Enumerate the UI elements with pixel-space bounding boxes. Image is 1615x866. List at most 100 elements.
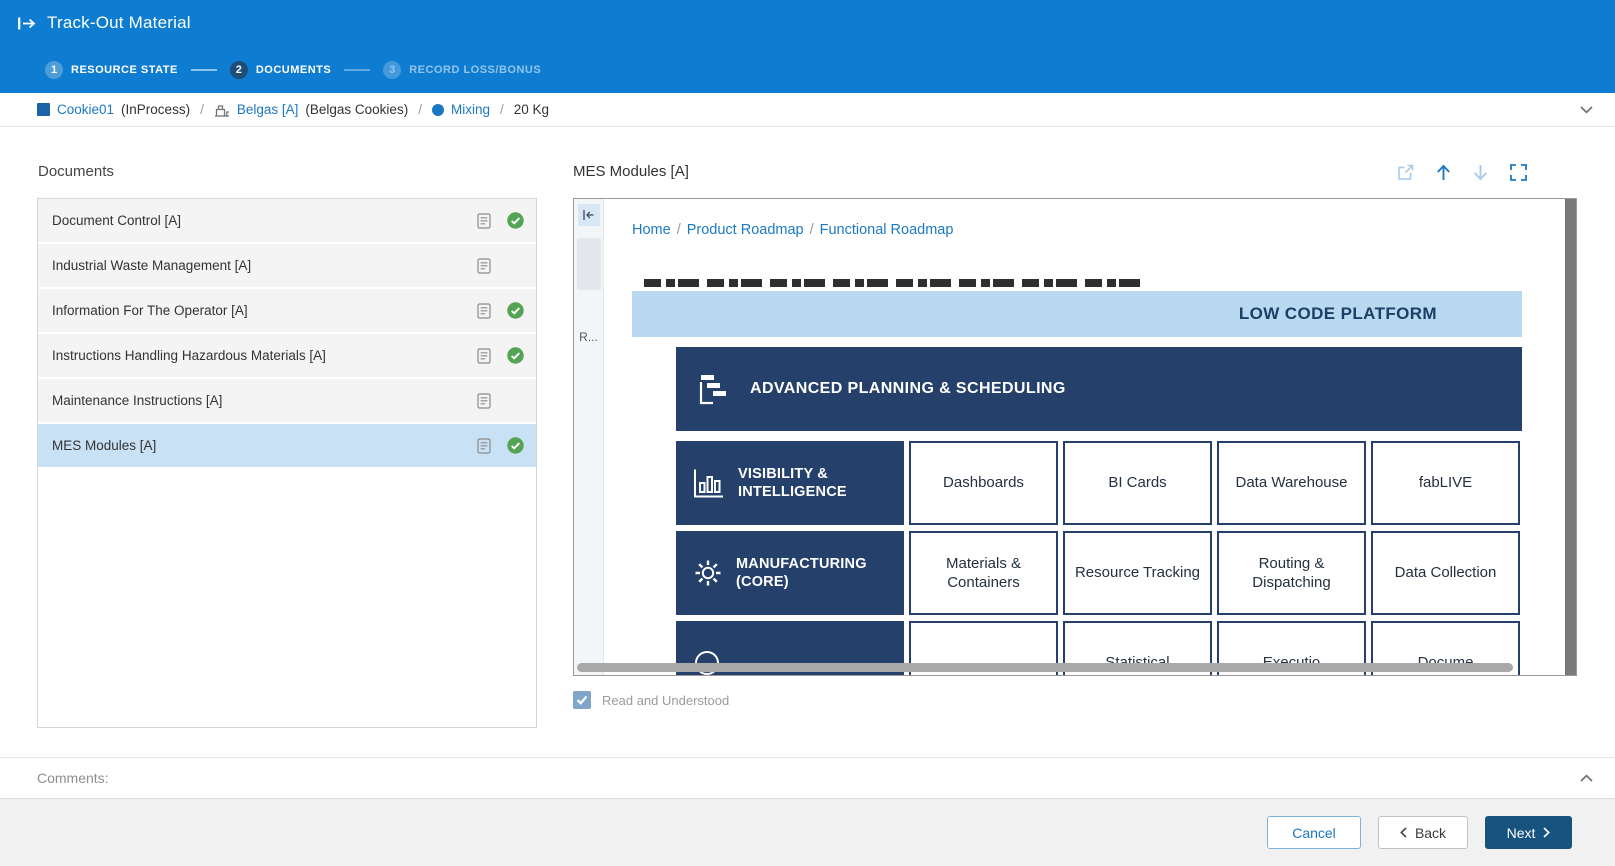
aps-section: ADVANCED PLANNING & SCHEDULING xyxy=(676,347,1522,431)
low-code-platform-banner: LOW CODE PLATFORM xyxy=(632,291,1522,337)
document-icon[interactable] xyxy=(477,213,491,229)
document-icon[interactable] xyxy=(477,438,491,454)
module-cell: BI Cards xyxy=(1063,441,1212,525)
document-row[interactable]: Instructions Handling Hazardous Material… xyxy=(38,334,536,377)
document-label: Maintenance Instructions [A] xyxy=(52,393,477,408)
document-icon[interactable] xyxy=(477,258,491,274)
document-icon[interactable] xyxy=(477,303,491,319)
chevron-up-icon[interactable] xyxy=(1580,774,1593,782)
read-and-understood-row: Read and Understood xyxy=(573,691,1577,709)
check-circle-icon xyxy=(507,437,524,454)
step-2-circle: 2 xyxy=(230,61,248,79)
cancel-button[interactable]: Cancel xyxy=(1267,816,1361,849)
step-3-label: RECORD LOSS/BONUS xyxy=(409,64,541,76)
viewer-header: MES Modules [A] xyxy=(573,163,1577,181)
track-out-material-dialog: Track-Out Material 1 RESOURCE STATE 2 DO… xyxy=(0,0,1615,866)
document-label: Information For The Operator [A] xyxy=(52,303,477,318)
comments-label: Comments: xyxy=(37,770,109,786)
resource-description: (Belgas Cookies) xyxy=(305,102,408,117)
document-row[interactable]: Maintenance Instructions [A] xyxy=(38,379,536,422)
gear-icon xyxy=(693,558,723,588)
chevron-left-icon xyxy=(1400,827,1407,838)
module-cell: Routing & Dispatching xyxy=(1217,531,1366,615)
step-1-circle: 1 xyxy=(45,61,63,79)
modules-grid: VISIBILITY & INTELLIGENCE Dashboards BI … xyxy=(676,441,1522,675)
viewer-sidebar: R... xyxy=(574,199,604,675)
grid-row-header: MANUFACTURING (CORE) xyxy=(676,531,904,615)
fullscreen-icon[interactable] xyxy=(1510,164,1527,181)
crumb-functional-roadmap[interactable]: Functional Roadmap xyxy=(820,222,954,238)
check-circle-icon xyxy=(507,302,524,319)
back-label: Back xyxy=(1415,825,1446,841)
module-cell: Resource Tracking xyxy=(1063,531,1212,615)
step-1-label: RESOURCE STATE xyxy=(71,64,178,76)
module-cell: fabLIVE xyxy=(1371,441,1520,525)
document-row[interactable]: Industrial Waste Management [A] xyxy=(38,244,536,287)
arrow-up-icon[interactable] xyxy=(1436,164,1451,181)
flow-step-link[interactable]: Mixing xyxy=(451,102,490,117)
document-icon[interactable] xyxy=(477,348,491,364)
cancel-label: Cancel xyxy=(1292,825,1336,841)
chevron-down-icon[interactable] xyxy=(1580,106,1593,114)
step-2-label: DOCUMENTS xyxy=(256,64,331,76)
sidebar-label: R... xyxy=(579,330,598,344)
step-connector xyxy=(191,69,217,71)
document-row-selected[interactable]: MES Modules [A] xyxy=(38,424,536,467)
grid-row: MANUFACTURING (CORE) Materials & Contain… xyxy=(676,531,1522,615)
module-cell: Materials & Containers xyxy=(909,531,1058,615)
check-placeholder xyxy=(507,257,524,274)
next-label: Next xyxy=(1507,825,1536,841)
collapse-panel-icon[interactable] xyxy=(578,204,600,226)
document-breadcrumb: Home/Product Roadmap/Functional Roadmap xyxy=(632,221,1564,239)
open-external-icon[interactable] xyxy=(1397,164,1414,181)
dialog-footer: Cancel Back Next xyxy=(0,798,1615,866)
crumb-home[interactable]: Home xyxy=(632,222,671,238)
back-button[interactable]: Back xyxy=(1378,816,1468,849)
module-cell: Data Collection xyxy=(1371,531,1520,615)
grid-row-header-label: VISIBILITY & INTELLIGENCE xyxy=(738,465,904,501)
planning-gantt-icon xyxy=(695,372,733,406)
comments-section[interactable]: Comments: xyxy=(0,757,1615,798)
read-checkbox[interactable] xyxy=(573,691,591,709)
arrow-down-icon[interactable] xyxy=(1473,164,1488,181)
title-row: Track-Out Material xyxy=(0,0,1615,46)
separator: / xyxy=(500,102,504,117)
aps-title: ADVANCED PLANNING & SCHEDULING xyxy=(750,380,1066,398)
main-content: Documents Document Control [A] Industria… xyxy=(0,127,1615,757)
step-3-circle: 3 xyxy=(383,61,401,79)
document-icon[interactable] xyxy=(477,393,491,409)
sidebar-thumbnail[interactable] xyxy=(577,238,601,290)
step-connector xyxy=(344,69,370,71)
vertical-scrollbar[interactable] xyxy=(1565,199,1576,675)
separator: / xyxy=(677,222,681,238)
flow-step-icon xyxy=(432,104,444,116)
viewer-toolbar xyxy=(1397,164,1577,181)
next-button[interactable]: Next xyxy=(1485,816,1572,849)
step-record-loss-bonus: 3 RECORD LOSS/BONUS xyxy=(383,61,541,79)
horizontal-scrollbar[interactable] xyxy=(577,663,1513,672)
step-documents[interactable]: 2 DOCUMENTS xyxy=(230,61,331,79)
document-row[interactable]: Document Control [A] xyxy=(38,199,536,242)
resource-icon xyxy=(214,103,230,117)
page-title: Track-Out Material xyxy=(47,13,191,33)
clipped-text-line xyxy=(644,279,1141,287)
document-viewer-panel: MES Modules [A] xyxy=(573,163,1577,757)
document-label: MES Modules [A] xyxy=(52,438,477,453)
material-icon xyxy=(37,103,50,116)
context-breadcrumb-bar: Cookie01 (InProcess) / Belgas [A] (Belga… xyxy=(0,93,1615,127)
step-resource-state[interactable]: 1 RESOURCE STATE xyxy=(45,61,178,79)
document-label: Document Control [A] xyxy=(52,213,477,228)
resource-link[interactable]: Belgas [A] xyxy=(237,102,299,117)
documents-panel: Documents Document Control [A] Industria… xyxy=(37,163,537,757)
quantity-value: 20 Kg xyxy=(514,102,549,117)
bar-chart-icon xyxy=(693,468,725,498)
document-content: Home/Product Roadmap/Functional Roadmap … xyxy=(604,199,1564,675)
document-viewer: R... Home/Product Roadmap/Functional Roa… xyxy=(573,198,1577,676)
material-link[interactable]: Cookie01 xyxy=(57,102,114,117)
dialog-header: Track-Out Material 1 RESOURCE STATE 2 DO… xyxy=(0,0,1615,93)
wizard-stepper: 1 RESOURCE STATE 2 DOCUMENTS 3 RECORD LO… xyxy=(0,46,1615,93)
grid-row-header-label: MANUFACTURING (CORE) xyxy=(736,555,904,591)
crumb-product-roadmap[interactable]: Product Roadmap xyxy=(687,222,804,238)
documents-panel-title: Documents xyxy=(38,163,537,181)
document-row[interactable]: Information For The Operator [A] xyxy=(38,289,536,332)
